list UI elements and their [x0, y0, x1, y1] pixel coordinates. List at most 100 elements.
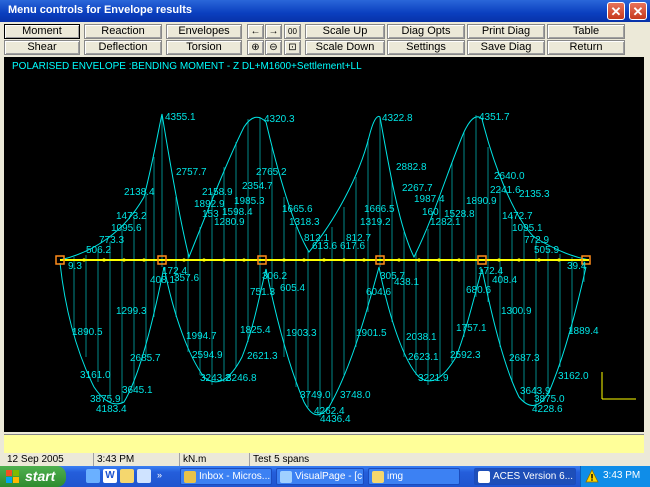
envelopes-button[interactable]: Envelopes [166, 24, 242, 39]
value-label: 2882.8 [396, 162, 427, 173]
shear-button[interactable]: Shear [4, 40, 80, 55]
folder-icon[interactable] [120, 469, 134, 483]
outlook-icon [184, 471, 196, 483]
taskbar: start W » Inbox - Micros... VisualPage -… [0, 466, 650, 487]
help-button[interactable]: ✕ [607, 2, 625, 20]
print-diag-button[interactable]: Print Diag [467, 24, 545, 39]
task-visualpage[interactable]: VisualPage - [c... [276, 468, 364, 485]
value-label: 2687.3 [509, 353, 540, 364]
value-label: 3749.0 [300, 390, 331, 401]
value-label: 2685.7 [130, 353, 161, 364]
status-date: 12 Sep 2005 [4, 453, 94, 466]
value-label: 1985.3 [234, 196, 265, 207]
pan-right-icon[interactable]: → [265, 24, 282, 39]
value-label: 1889.4 [568, 326, 599, 337]
menu-toolbar: Moment Reaction Envelopes Scale Up Diag … [0, 22, 650, 56]
value-label: 4322.8 [382, 113, 413, 124]
value-label: 505.9 [534, 245, 559, 256]
zoom-reset-button[interactable]: 00 [284, 24, 301, 39]
value-label: 306.2 [262, 271, 287, 282]
status-bar: 12 Sep 2005 3:43 PM kN.m Test 5 spans [0, 453, 650, 466]
task-visualpage-label: VisualPage - [c... [295, 471, 364, 482]
value-label: 3161.0 [80, 370, 111, 381]
status-units: kN.m [180, 453, 250, 466]
value-label: 680.6 [466, 285, 491, 296]
value-label: 2621.3 [247, 351, 278, 362]
value-label: 1319.2 [360, 217, 391, 228]
deflection-button[interactable]: Deflection [84, 40, 162, 55]
value-label: 4183.4 [96, 404, 127, 415]
moment-button[interactable]: Moment [4, 24, 80, 39]
axis-indicator [601, 372, 636, 400]
diagram-title: POLARISED ENVELOPE :BENDING MOMENT - Z D… [12, 61, 362, 72]
value-label: 2138.4 [124, 187, 155, 198]
value-label: 2765.2 [256, 167, 287, 178]
start-button[interactable]: start [0, 466, 66, 487]
chevron-icon[interactable]: » [157, 470, 162, 480]
save-diag-button[interactable]: Save Diag [467, 40, 545, 55]
value-label: 1299.3 [116, 306, 147, 317]
status-time: 3:43 PM [94, 453, 180, 466]
zoom-fit-icon[interactable]: ⊡ [284, 40, 301, 55]
tray-clock: 3:43 PM [603, 470, 641, 481]
return-button[interactable]: Return [547, 40, 625, 55]
task-inbox[interactable]: Inbox - Micros... [180, 468, 272, 485]
folder-icon [372, 471, 384, 483]
value-label: 2757.7 [176, 167, 207, 178]
value-label: 2241.6 [490, 185, 521, 196]
value-label: 1280.9 [214, 217, 245, 228]
value-label: 1890.5 [72, 327, 103, 338]
diag-opts-button[interactable]: Diag Opts [387, 24, 465, 39]
diagram-canvas[interactable]: 4355.1 4320.3 4322.8 4351.7 2757.7 2765.… [4, 57, 644, 432]
value-label: 1095.1 [512, 223, 543, 234]
close-button[interactable]: ✕ [629, 2, 647, 20]
reaction-button[interactable]: Reaction [84, 24, 162, 39]
value-label: 2135.3 [519, 189, 550, 200]
value-label: 4436.4 [320, 414, 351, 425]
value-label: 1903.3 [286, 328, 317, 339]
value-label: 4228.6 [532, 404, 563, 415]
torsion-button[interactable]: Torsion [166, 40, 242, 55]
value-label: 3221.9 [418, 373, 449, 384]
value-label: 2158.9 [202, 187, 233, 198]
settings-button[interactable]: Settings [387, 40, 465, 55]
message-bar [4, 434, 644, 453]
value-label: 1282.1 [430, 217, 461, 228]
value-label: 408.1 [150, 275, 175, 286]
value-label: 3645.1 [122, 385, 153, 396]
table-button[interactable]: Table [547, 24, 625, 39]
explorer-icon[interactable] [137, 469, 151, 483]
zoom-out-icon[interactable]: ⊖ [265, 40, 282, 55]
task-aces[interactable]: ACES Version 6... [474, 468, 576, 485]
value-label: 1890.9 [466, 196, 497, 207]
word-icon[interactable]: W [103, 469, 117, 483]
visualpage-icon [280, 471, 292, 483]
value-label: 617.6 [340, 241, 365, 252]
value-label: 2267.7 [402, 183, 433, 194]
value-label: 1666.5 [364, 204, 395, 215]
value-label: 4320.3 [264, 114, 295, 125]
task-img[interactable]: img [368, 468, 460, 485]
window-title: Menu controls for Envelope results [8, 4, 192, 16]
value-label: 3162.0 [558, 371, 589, 382]
value-label: 3748.0 [340, 390, 371, 401]
value-label: 4351.7 [479, 112, 510, 123]
value-label: 39.4 [567, 261, 587, 272]
value-label: 1472.7 [502, 211, 533, 222]
value-label: 357.6 [174, 273, 199, 284]
show-desktop-icon[interactable] [86, 469, 100, 483]
value-label: 2592.3 [450, 350, 481, 361]
envelope-curves [59, 113, 590, 416]
window-titlebar: Menu controls for Envelope results ✕ ✕ [0, 0, 650, 22]
value-label: 3246.8 [226, 373, 257, 384]
warning-icon[interactable] [585, 469, 599, 483]
task-img-label: img [387, 471, 404, 482]
zoom-in-icon[interactable]: ⊕ [247, 40, 264, 55]
value-label: 9.3 [68, 261, 82, 272]
scale-down-button[interactable]: Scale Down [305, 40, 385, 55]
value-label: 1318.3 [289, 217, 320, 228]
value-label: 1473.2 [116, 211, 147, 222]
pan-left-icon[interactable]: ← [247, 24, 264, 39]
scale-up-button[interactable]: Scale Up [305, 24, 385, 39]
value-label: 4355.1 [165, 112, 196, 123]
